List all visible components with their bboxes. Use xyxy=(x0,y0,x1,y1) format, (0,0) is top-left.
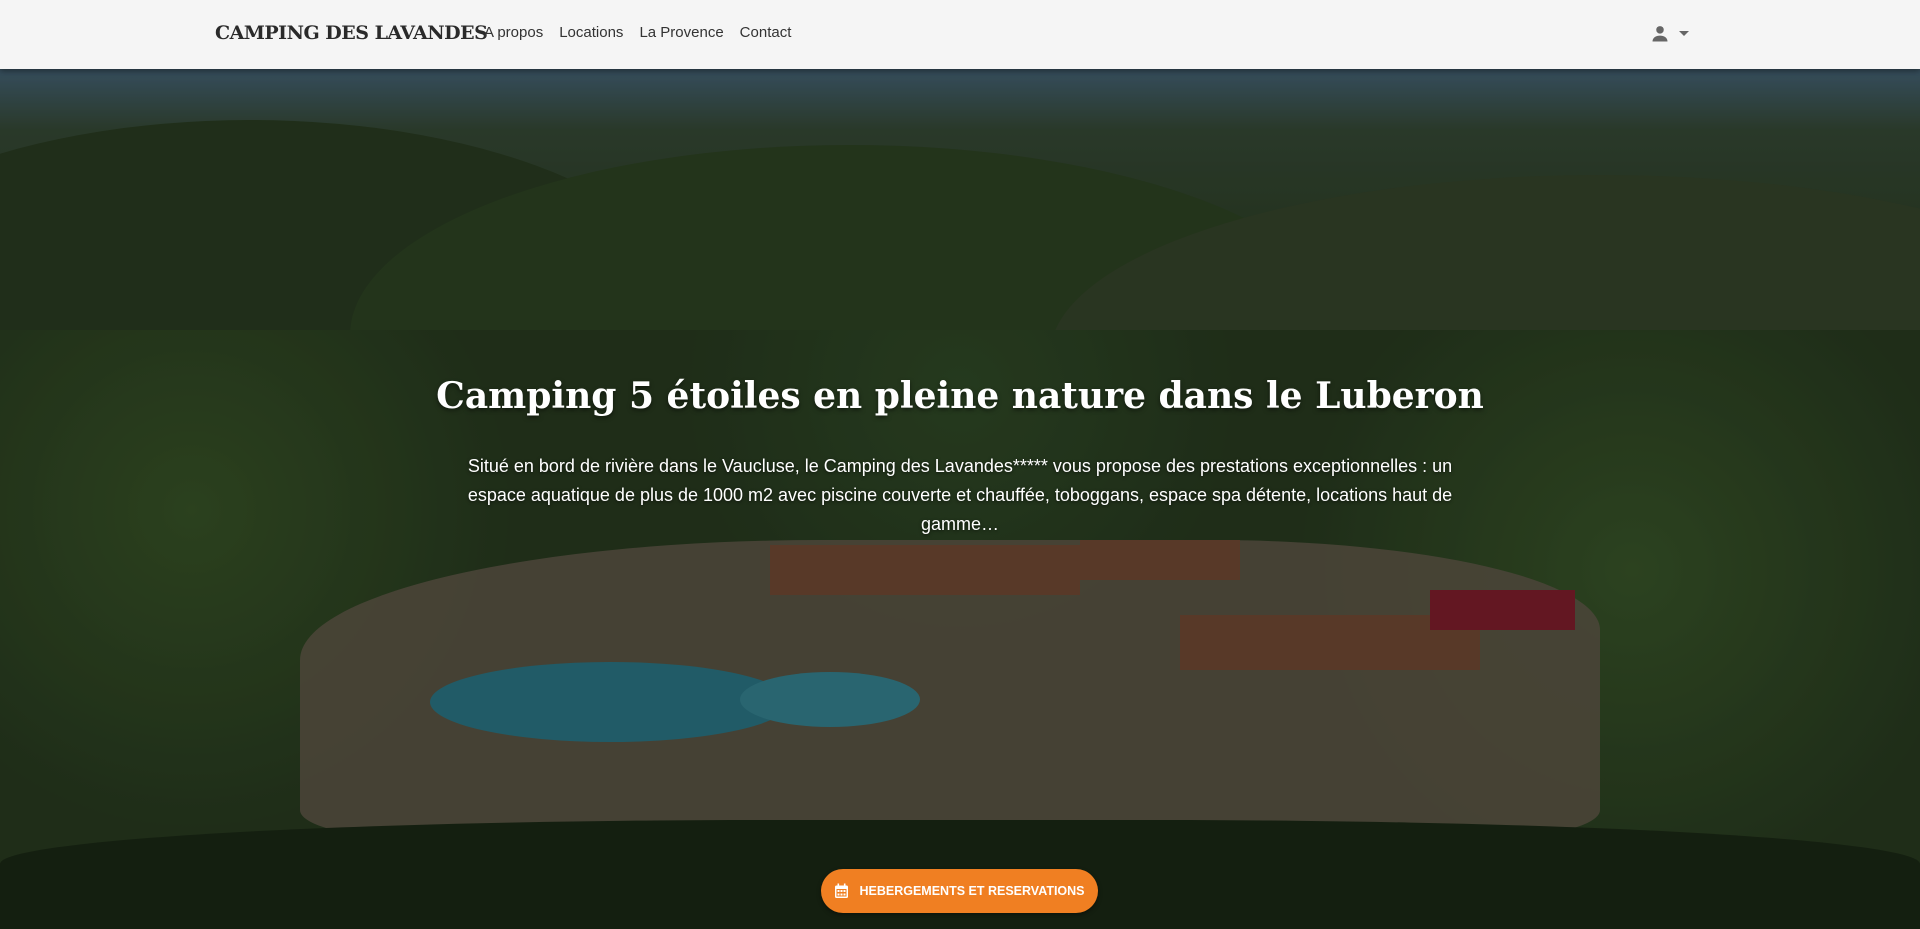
nav-locations[interactable]: Locations xyxy=(559,24,623,41)
main-nav: A propos Locations La Provence Contact xyxy=(484,24,791,41)
account-icon xyxy=(1652,26,1668,42)
site-logo[interactable]: CAMPING DES LAVANDES xyxy=(215,22,488,44)
cta-label: HEBERGEMENTS ET RESERVATIONS xyxy=(859,884,1085,898)
nav-la-provence[interactable]: La Provence xyxy=(639,24,723,41)
calendar-icon xyxy=(835,883,849,898)
accommodations-reservations-button[interactable]: HEBERGEMENTS ET RESERVATIONS xyxy=(821,869,1098,913)
caret-down-icon xyxy=(1679,31,1689,36)
top-navbar: CAMPING DES LAVANDES A propos Locations … xyxy=(0,0,1920,69)
nav-contact[interactable]: Contact xyxy=(740,24,792,41)
hero-title: Camping 5 étoiles en pleine nature dans … xyxy=(436,375,1484,417)
hero-description: Situé en bord de rivière dans le Vauclus… xyxy=(467,456,1453,534)
nav-a-propos[interactable]: A propos xyxy=(484,24,543,41)
account-menu-button[interactable] xyxy=(1650,24,1690,44)
